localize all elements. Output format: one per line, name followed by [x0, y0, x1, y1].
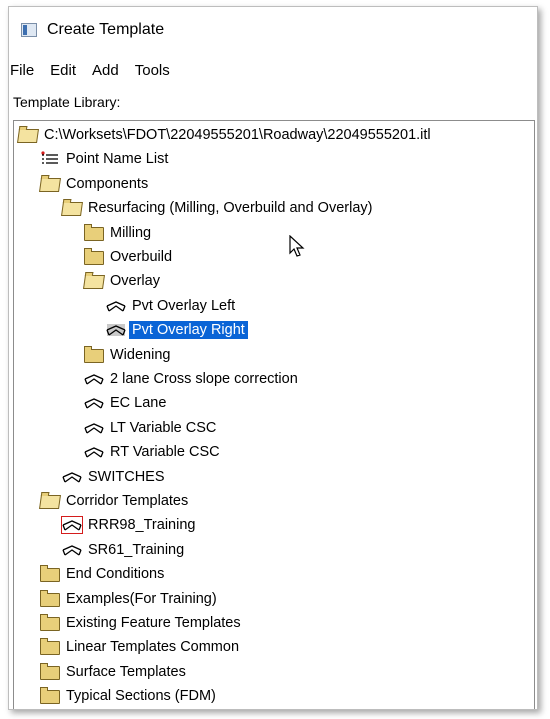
tree-item[interactable]: Widening [84, 344, 173, 366]
tree-item[interactable]: Pvt Overlay Left [106, 295, 238, 317]
folder-closed-icon [84, 223, 104, 241]
tree-item-label: Typical Sections (FDM) [66, 688, 216, 705]
tree-item-label: Existing Feature Templates [66, 615, 241, 631]
folder-open-icon [17, 127, 39, 143]
mouse-pointer-icon [289, 235, 305, 257]
point-list-icon [40, 151, 60, 167]
tree-item-label: SWITCHES [88, 468, 165, 485]
template-library-tree[interactable]: C:\Worksets\FDOT\22049555201\Roadway\220… [13, 120, 535, 709]
template-icon [84, 371, 104, 387]
tree-item[interactable]: RRR98_Training [61, 514, 198, 536]
folder-open-icon [61, 200, 83, 217]
tree-item-label: C:\Worksets\FDOT\22049555201\Roadway\220… [44, 127, 431, 143]
tree-item-label: Overlay [110, 273, 160, 290]
template-icon [106, 322, 126, 338]
tree-item[interactable]: Overlay [83, 270, 163, 292]
tree-item[interactable]: Components [39, 173, 151, 195]
tree-item-label: Linear Templates Common [66, 639, 240, 656]
menu-edit[interactable]: Edit [42, 62, 84, 79]
create-template-window: Create Template File Edit Add Tools Temp… [8, 6, 538, 710]
window-title: Create Template [47, 21, 165, 38]
tree-item[interactable]: Overbuild [84, 246, 175, 268]
title-bar[interactable]: Create Template [9, 7, 537, 53]
folder-closed-icon [40, 614, 60, 631]
tree-item-label: Examples(For Training) [66, 590, 217, 607]
tree-item[interactable]: Examples(For Training) [40, 588, 220, 610]
tree-item-label: Corridor Templates [66, 493, 189, 509]
tree-item[interactable]: 2 lane Cross slope correction [84, 368, 301, 390]
menu-tools[interactable]: Tools [127, 62, 178, 79]
template-icon [84, 420, 104, 436]
folder-open-icon [39, 493, 61, 509]
menu-bar: File Edit Add Tools [9, 53, 537, 87]
tree-item-label: EC Lane [110, 395, 167, 412]
tree-item[interactable]: Point Name List [40, 148, 171, 170]
app-icon [21, 23, 37, 37]
template-icon [62, 469, 82, 485]
tree-item[interactable]: SR61_Training [62, 539, 187, 561]
folder-open-icon [83, 273, 105, 290]
tree-item[interactable]: End Conditions [40, 563, 167, 585]
tree-item-label: Overbuild [110, 249, 173, 265]
tree-item-label: Milling [110, 224, 152, 241]
tree-item[interactable]: Typical Sections (FDM) [40, 685, 219, 707]
template-library-label: Template Library: [13, 94, 121, 110]
tree-item-label: End Conditions [66, 566, 165, 583]
tree-item-label: Surface Templates [66, 663, 186, 680]
folder-closed-icon [40, 662, 60, 680]
tree-item-label: Point Name List [66, 151, 169, 168]
tree-item[interactable]: Milling [84, 222, 154, 244]
tree-item-label: RRR98_Training [88, 517, 196, 534]
folder-closed-icon [40, 589, 60, 607]
tree-item-label: 2 lane Cross slope correction [110, 371, 298, 387]
menu-file[interactable]: File [9, 62, 42, 79]
tree-item-label: Components [66, 175, 149, 192]
template-icon [84, 444, 104, 460]
template-icon [106, 298, 126, 314]
tree-item[interactable]: SWITCHES [62, 466, 168, 488]
folder-closed-icon [40, 638, 60, 656]
tree-item-label: SR61_Training [88, 541, 185, 558]
tree-item[interactable]: Pvt Overlay Right [106, 319, 248, 341]
tree-item[interactable]: EC Lane [84, 392, 169, 414]
tree-item[interactable]: Existing Feature Templates [40, 612, 244, 634]
template-icon [84, 395, 104, 411]
folder-closed-icon [40, 565, 60, 583]
folder-closed-icon [84, 345, 104, 363]
tree-item[interactable]: C:\Worksets\FDOT\22049555201\Roadway\220… [17, 124, 434, 146]
template-icon [62, 542, 82, 558]
menu-add[interactable]: Add [84, 62, 127, 79]
tree-item[interactable]: LT Variable CSC [84, 417, 219, 439]
template-icon [61, 516, 83, 535]
tree-item-label: Widening [110, 346, 171, 363]
tree-item-label: LT Variable CSC [110, 419, 217, 436]
folder-open-icon [39, 176, 61, 192]
tree-item[interactable]: Resurfacing (Milling, Overbuild and Over… [61, 197, 375, 219]
tree-item[interactable]: RT Variable CSC [84, 441, 223, 463]
tree-item[interactable]: Corridor Templates [39, 490, 191, 512]
tree-item-label: RT Variable CSC [110, 444, 220, 461]
tree-item-label: Pvt Overlay Left [132, 297, 236, 314]
tree-item[interactable]: Linear Templates Common [40, 636, 242, 658]
tree-item-label: Pvt Overlay Right [129, 321, 248, 340]
folder-closed-icon [40, 687, 60, 705]
tree-item[interactable]: Surface Templates [40, 661, 189, 683]
tree-item-label: Resurfacing (Milling, Overbuild and Over… [88, 200, 373, 217]
folder-closed-icon [84, 248, 104, 265]
